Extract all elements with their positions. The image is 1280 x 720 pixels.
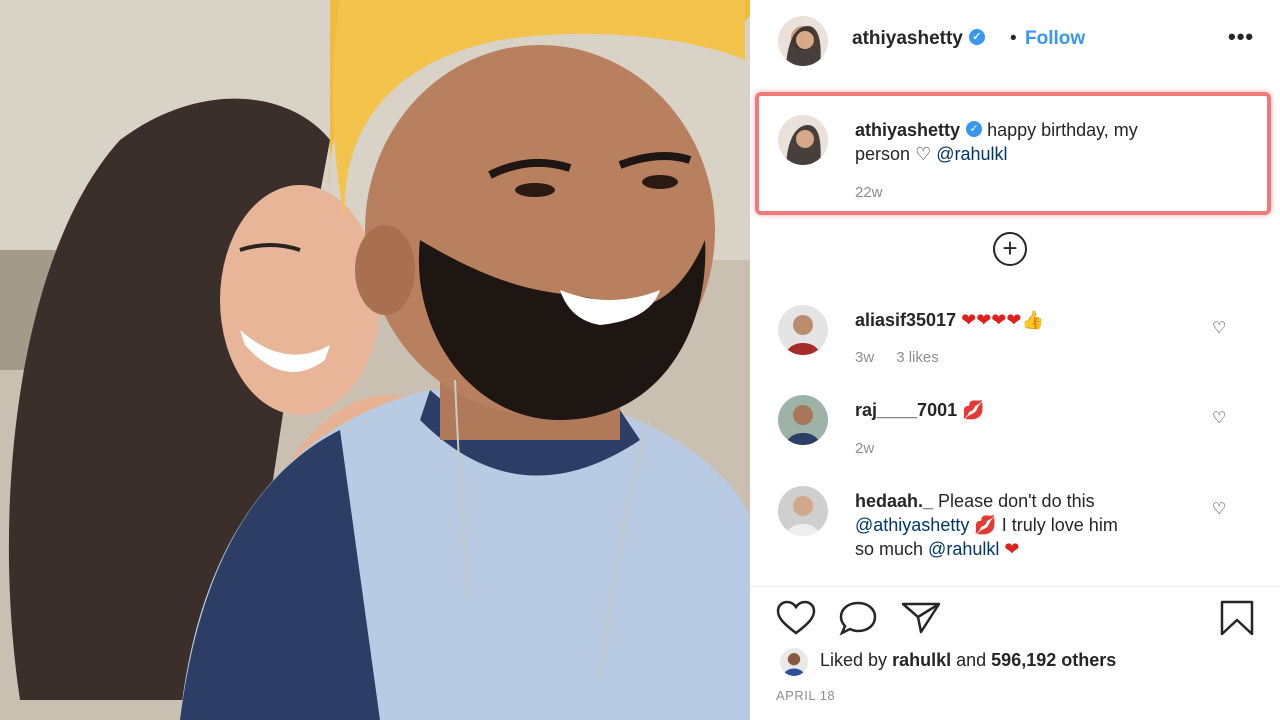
comment-3-mention-1[interactable]: @athiyashetty (855, 515, 969, 535)
comment-icon[interactable] (838, 600, 878, 636)
comment-1-emoji: ❤❤❤❤👍 (961, 310, 1044, 330)
comment-2-meta: 2w (855, 440, 896, 457)
verified-badge-icon: ✓ (968, 28, 985, 45)
post-date[interactable]: APRIL 18 (776, 688, 835, 703)
header-avatar[interactable] (778, 16, 828, 66)
load-more-comments-button[interactable]: + (993, 232, 1027, 266)
comment-3-text-3: so much (855, 539, 924, 559)
liked-by-count[interactable]: 596,192 others (991, 650, 1116, 670)
comment-1-like-icon[interactable]: ♡ (1212, 318, 1226, 338)
comment-3-username[interactable]: hedaah._ (855, 491, 933, 511)
header-username-text[interactable]: athiyashetty (852, 28, 963, 49)
comment-1-time: 3w (855, 349, 875, 366)
liked-by-text[interactable]: Liked by rahulkl and 596,192 others (820, 650, 1116, 671)
comment-1: aliasif35017 ❤❤❤❤👍 (855, 308, 1044, 332)
follow-button[interactable]: Follow (1025, 28, 1085, 50)
liked-by-middle: and (956, 650, 987, 670)
liked-by-prefix: Liked by (820, 650, 888, 670)
action-bar (750, 600, 1280, 640)
share-icon[interactable] (900, 600, 942, 636)
comment-2-time: 2w (855, 440, 875, 457)
comment-3-text-1: Please don't do this (938, 491, 1095, 511)
save-bookmark-icon[interactable] (1218, 600, 1256, 638)
header-separator: • (1010, 28, 1017, 49)
comment-1-username[interactable]: aliasif35017 (855, 310, 956, 330)
actions-divider (750, 586, 1280, 587)
header-username[interactable]: athiyashetty ✓ (852, 28, 985, 50)
comment-3-mention-2[interactable]: @rahulkl (928, 539, 999, 559)
comment-3-text-2: I truly love him (1001, 515, 1118, 535)
comment-2: raj____7001 💋 (855, 398, 985, 422)
comment-3: hedaah._ Please don't do this @athiyashe… (855, 489, 1215, 561)
more-options-icon[interactable]: ••• (1228, 24, 1254, 50)
comment-1-meta: 3w 3 likes (855, 349, 961, 366)
comment-avatar[interactable] (778, 395, 828, 445)
caption-highlight-box (755, 92, 1271, 215)
comment-2-username[interactable]: raj____7001 (855, 400, 957, 420)
liked-by-avatar[interactable] (780, 648, 808, 676)
comment-1-likes[interactable]: 3 likes (896, 349, 939, 366)
comment-3-emoji-2: ❤ (1004, 539, 1020, 559)
like-icon[interactable] (776, 600, 816, 636)
post-photo[interactable] (0, 0, 750, 720)
liked-by-user[interactable]: rahulkl (892, 650, 951, 670)
comment-3-like-icon[interactable]: ♡ (1212, 499, 1226, 519)
comment-avatar[interactable] (778, 486, 828, 536)
photo-illustration (0, 0, 750, 720)
comment-2-like-icon[interactable]: ♡ (1212, 408, 1226, 428)
comment-3-emoji-1: 💋 (974, 515, 997, 535)
comment-2-emoji: 💋 (962, 400, 985, 420)
comment-avatar[interactable] (778, 305, 828, 355)
